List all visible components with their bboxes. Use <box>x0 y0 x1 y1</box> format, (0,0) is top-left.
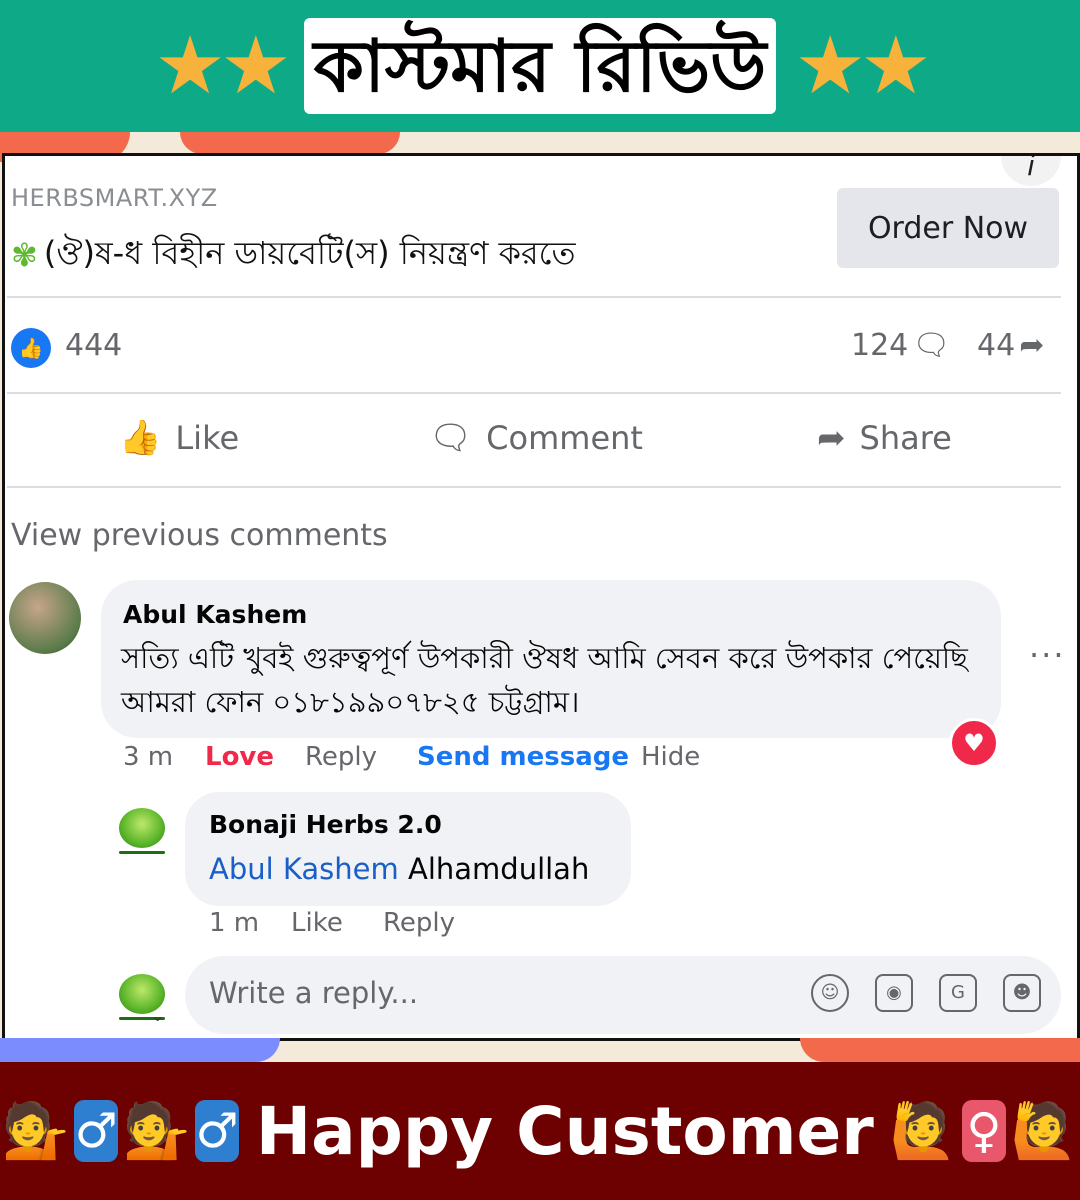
order-now-button[interactable]: Order Now <box>837 188 1059 268</box>
like-button[interactable]: 👍 Like <box>119 418 239 458</box>
reply-mention[interactable]: Abul Kashem <box>209 852 399 886</box>
gif-icon[interactable]: G <box>939 974 977 1012</box>
ad-headline[interactable]: ✾ (ঔ)ষ-ধ বিহীন ডায়বেটি(স) নিয়ন্ত্রণ কর… <box>11 228 575 282</box>
reply-tools: ☺ ◉ G ☻ <box>811 974 1041 1012</box>
male-sign-icon: ♂ <box>195 1100 239 1162</box>
reply-time[interactable]: 1 m <box>209 908 259 938</box>
reply-input-placeholder: Write a reply... <box>209 976 419 1010</box>
female-sign-icon: ♀ <box>962 1100 1006 1162</box>
comment-time[interactable]: 3 m <box>123 742 173 772</box>
person-tipping-hand-icon: 💁 <box>2 1099 70 1162</box>
person-raising-hand-icon: 🙋 <box>889 1099 958 1162</box>
share-icon: ➦ <box>817 418 846 458</box>
avatar[interactable] <box>119 808 165 854</box>
like-reaction-icon[interactable]: 👍 <box>11 328 51 368</box>
post-actions: 👍 Like 🗨 Comment ➦ Share <box>5 418 1073 468</box>
share-count-link[interactable]: 44 ➦ <box>977 328 1044 363</box>
divider <box>7 486 1061 488</box>
comment-author[interactable]: Abul Kashem <box>123 600 307 629</box>
post-stats: 👍 444 124 🗨 44 ➦ <box>5 326 1073 368</box>
reply-body: Abul Kashem Alhamdullah <box>209 852 589 886</box>
divider <box>7 296 1061 298</box>
comment-icon: 🗨 <box>912 328 951 363</box>
more-options-icon[interactable]: ··· <box>1029 636 1066 674</box>
comment-count: 124 <box>851 328 909 363</box>
send-message-button[interactable]: Send message <box>417 742 629 772</box>
review-banner: ★★ কাস্টমার রিভিউ ★★ <box>0 0 1080 132</box>
ad-headline-text: (ঔ)ষ-ধ বিহীন ডায়বেটি(স) নিয়ন্ত্রণ করতে <box>43 234 576 272</box>
sticker-icon[interactable]: ☻ <box>1003 974 1041 1012</box>
reply-bubble: Bonaji Herbs 2.0 Abul Kashem Alhamdullah <box>185 792 631 906</box>
banner-text: Happy Customer <box>255 1092 874 1170</box>
reply-text: Alhamdullah <box>407 852 590 886</box>
comment-count-link[interactable]: 124 🗨 <box>851 328 950 363</box>
like-label: Like <box>175 419 240 457</box>
share-icon: ➦ <box>1019 328 1045 363</box>
heart-reaction-icon[interactable]: ♥ <box>949 718 999 768</box>
reply-author[interactable]: Bonaji Herbs 2.0 <box>209 810 442 839</box>
comment-icon: 🗨 <box>429 418 473 458</box>
camera-icon[interactable]: ◉ <box>875 974 913 1012</box>
share-button[interactable]: ➦ Share <box>817 418 952 458</box>
decorative-shape <box>180 132 400 154</box>
hide-button[interactable]: Hide <box>641 742 700 772</box>
person-tipping-hand-icon: 💁 <box>122 1099 191 1162</box>
decorative-shape <box>0 1038 280 1062</box>
decorative-shape <box>800 1038 1080 1062</box>
male-sign-icon: ♂ <box>74 1100 118 1162</box>
share-count: 44 <box>977 328 1016 363</box>
stars-right-icon: ★★ <box>794 19 931 112</box>
leaf-icon: ✾ <box>11 236 38 274</box>
reply-reply-button[interactable]: Reply <box>383 908 455 938</box>
share-label: Share <box>859 419 952 457</box>
thumbs-up-icon: 👍 <box>119 418 162 458</box>
chevron-down-icon[interactable]: ⌄ <box>151 1006 164 1025</box>
comment-button[interactable]: 🗨 Comment <box>429 418 643 458</box>
ad-domain[interactable]: HERBSMART.XYZ <box>11 184 218 212</box>
happy-customer-banner: 💁 ♂ 💁 ♂ Happy Customer 🙋 ♀ 🙋 <box>0 1062 1080 1200</box>
reply-input[interactable]: Write a reply... ☺ ◉ G ☻ <box>185 956 1061 1034</box>
info-icon[interactable]: i <box>1001 156 1061 186</box>
stars-left-icon: ★★ <box>154 19 291 112</box>
comment-text: সত্যি এটি খুবই গুরুত্বপূর্ণ উপকারী ঔষধ আ… <box>121 641 968 719</box>
avatar[interactable] <box>9 582 81 654</box>
reply-button[interactable]: Reply <box>305 742 377 772</box>
person-raising-hand-icon: 🙋 <box>1010 1099 1079 1162</box>
divider <box>7 392 1061 394</box>
view-previous-comments-link[interactable]: View previous comments <box>11 518 388 553</box>
facebook-post-card: i HERBSMART.XYZ ✾ (ঔ)ষ-ধ বিহীন ডায়বেটি(… <box>2 153 1080 1041</box>
like-count[interactable]: 444 <box>65 328 122 363</box>
reply-like-button[interactable]: Like <box>291 908 343 938</box>
banner-title: কাস্টমার রিভিউ <box>303 18 777 114</box>
comment-label: Comment <box>486 419 643 457</box>
comment-bubble: Abul Kashem সত্যি এটি খুবই গুরুত্বপূর্ণ … <box>101 580 1001 738</box>
emoji-icon[interactable]: ☺ <box>811 974 849 1012</box>
love-button[interactable]: Love <box>205 742 274 772</box>
